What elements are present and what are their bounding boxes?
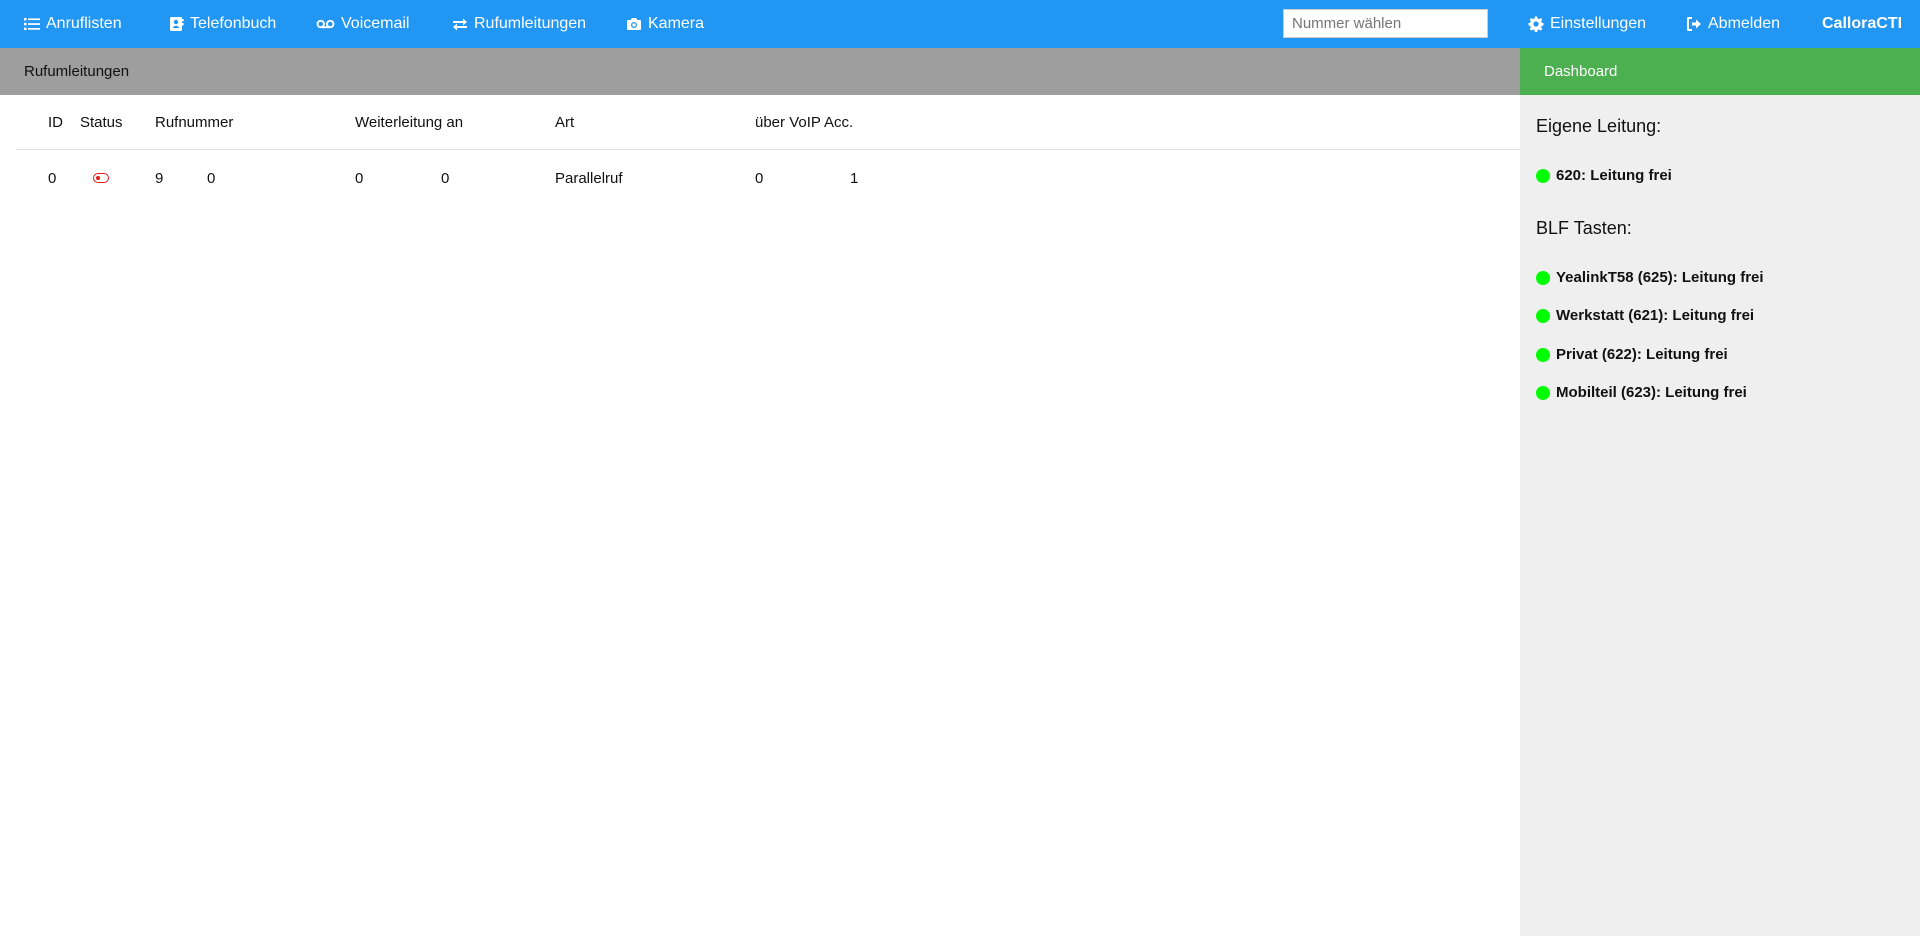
nav-rufumleitungen[interactable]: Rufumleitungen xyxy=(452,0,586,48)
table-header: ID Status Rufnummer Weiterleitung an Art… xyxy=(16,95,1520,150)
own-line-label: 620: Leitung frei xyxy=(1556,167,1672,184)
forwarding-table: ID Status Rufnummer Weiterleitung an Art… xyxy=(16,95,1520,206)
blf-item-label: YealinkT58 (625): Leitung frei xyxy=(1556,269,1764,286)
blf-item-label: Mobilteil (623): Leitung frei xyxy=(1556,384,1747,401)
blf-title: BLF Tasten: xyxy=(1536,218,1632,238)
row-voip-prefix: 0 xyxy=(755,169,764,187)
row-weiterleitung-value: 0 xyxy=(441,169,450,187)
nav-anruflisten-label: Anruflisten xyxy=(46,15,122,32)
dial-number-input[interactable] xyxy=(1283,9,1488,38)
own-line-title: Eigene Leitung: xyxy=(1536,116,1662,136)
status-dot-icon xyxy=(1536,308,1550,323)
logout-label: Abmelden xyxy=(1708,15,1781,32)
tab-dashboard[interactable]: Dashboard xyxy=(1520,48,1920,95)
main-panel: Rufumleitungen ID Status Rufnummer Weite… xyxy=(0,48,1520,936)
own-line-status: 620: Leitung frei xyxy=(1536,167,1672,184)
dashboard-sidebar: Dashboard Eigene Leitung: 620: Leitung f… xyxy=(1520,48,1920,936)
column-header-voip-account: über VoIP Acc. xyxy=(755,113,854,131)
blf-item-label: Privat (622): Leitung frei xyxy=(1556,346,1728,363)
nav-rufumleitungen-label: Rufumleitungen xyxy=(474,15,587,32)
column-header-status: Status xyxy=(80,113,123,131)
camera-icon xyxy=(627,18,641,30)
voicemail-icon xyxy=(316,19,335,29)
toggle-off-icon xyxy=(93,173,109,183)
settings-label: Einstellungen xyxy=(1550,15,1647,32)
nav-kamera-label: Kamera xyxy=(648,15,705,32)
top-navbar: Anruflisten Telefonbuch Voicemail Rufuml… xyxy=(0,0,1920,48)
column-header-id: ID xyxy=(48,113,63,131)
nav-telefonbuch-label: Telefonbuch xyxy=(190,15,277,32)
status-dot-icon xyxy=(1536,270,1550,285)
list-icon xyxy=(24,18,40,31)
logout-icon xyxy=(1687,17,1701,31)
blf-item-label: Werkstatt (621): Leitung frei xyxy=(1556,307,1755,324)
row-rufnummer-prefix: 9 xyxy=(155,169,164,187)
tab-dashboard-label: Dashboard xyxy=(1544,63,1618,80)
row-id: 0 xyxy=(48,169,57,187)
logout-button[interactable]: Abmelden xyxy=(1686,0,1780,48)
row-weiterleitung-prefix: 0 xyxy=(355,169,364,187)
gear-icon xyxy=(1528,16,1544,32)
page-title: Rufumleitungen xyxy=(24,63,130,80)
column-header-rufnummer: Rufnummer xyxy=(155,113,234,131)
row-voip-value: 1 xyxy=(850,169,859,187)
status-dot-icon xyxy=(1536,385,1550,400)
table-row[interactable]: 0 9 0 0 0 Parallelruf 0 1 xyxy=(16,150,1520,206)
row-rufnummer-value: 0 xyxy=(207,169,216,187)
nav-telefonbuch[interactable]: Telefonbuch xyxy=(168,0,276,48)
forward-arrows-icon xyxy=(453,18,467,31)
column-header-weiterleitung: Weiterleitung an xyxy=(355,113,464,131)
blf-item[interactable]: Privat (622): Leitung frei xyxy=(1536,346,1728,363)
status-toggle[interactable] xyxy=(93,150,109,206)
status-dot-icon xyxy=(1536,168,1550,183)
settings-button[interactable]: Einstellungen xyxy=(1528,0,1646,48)
status-dot-icon xyxy=(1536,347,1550,362)
nav-anruflisten[interactable]: Anruflisten xyxy=(24,0,122,48)
blf-item[interactable]: YealinkT58 (625): Leitung frei xyxy=(1536,269,1764,286)
page-title-bar: Rufumleitungen xyxy=(0,48,1520,95)
blf-item[interactable]: Mobilteil (623): Leitung frei xyxy=(1536,384,1747,401)
nav-kamera[interactable]: Kamera xyxy=(626,0,704,48)
column-header-art: Art xyxy=(555,113,575,131)
brand-logo[interactable]: CalloraCTI xyxy=(1822,0,1902,48)
row-art: Parallelruf xyxy=(555,169,623,187)
contact-book-icon xyxy=(170,17,184,31)
blf-item[interactable]: Werkstatt (621): Leitung frei xyxy=(1536,307,1754,324)
nav-voicemail-label: Voicemail xyxy=(341,15,410,32)
nav-voicemail[interactable]: Voicemail xyxy=(316,0,409,48)
